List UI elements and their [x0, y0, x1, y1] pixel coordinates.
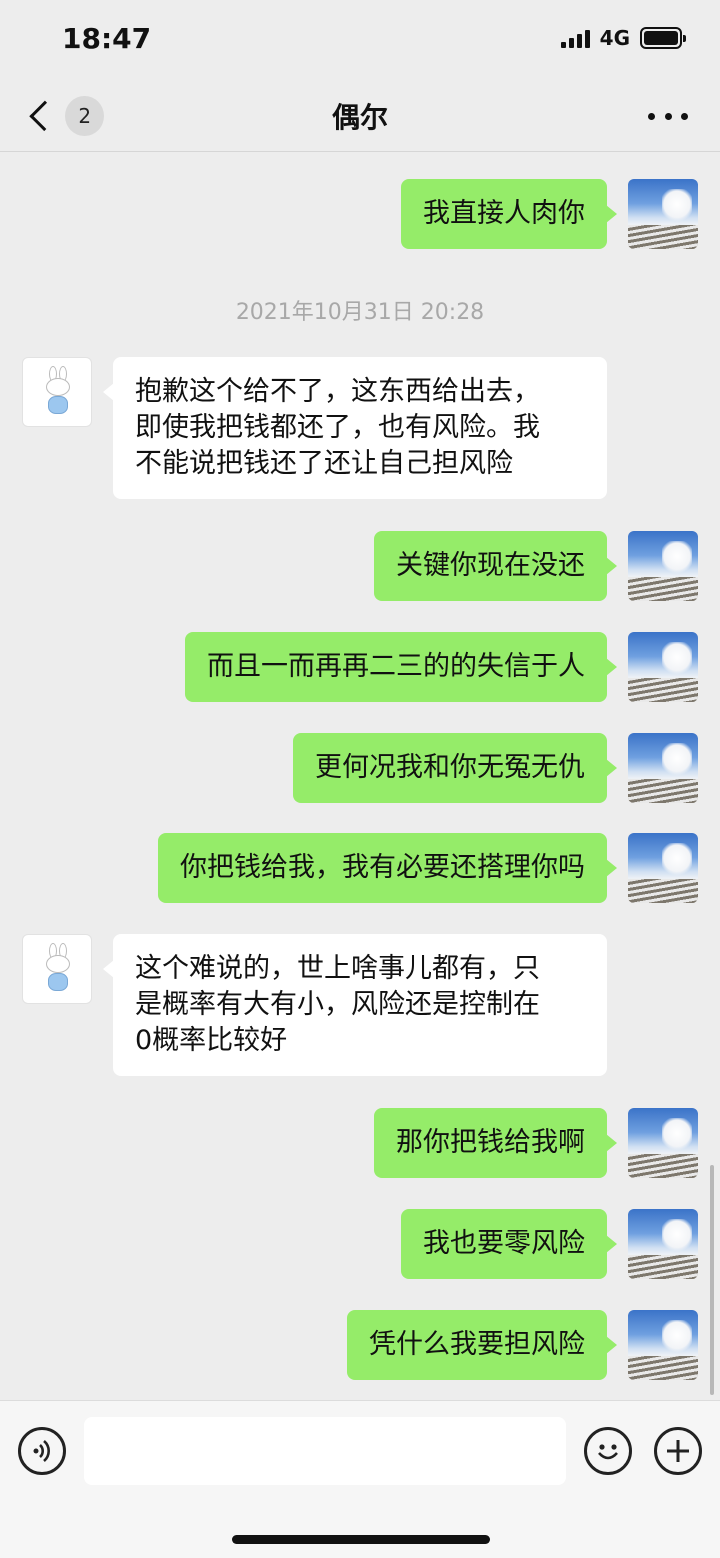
message-row: 我也要零风险: [401, 1209, 698, 1279]
my-avatar[interactable]: [628, 833, 698, 903]
battery-icon: [640, 27, 686, 49]
message-text-line: 不能说把钱还了还让自己担风险: [135, 448, 513, 479]
message-bubble-outgoing[interactable]: 而且一而再再二三的的失信于人: [185, 632, 617, 702]
message-row: 你把钱给我，我有必要还搭理你吗: [158, 833, 698, 903]
message-timestamp: 2021年10月31日 20:28: [235, 300, 485, 325]
chat-title: 偶尔: [331, 101, 388, 134]
emoji-icon[interactable]: [584, 1427, 632, 1475]
message-text-line: 即使我把钱都还了，也有风险。我: [135, 412, 540, 443]
message-input[interactable]: [84, 1417, 566, 1485]
message-bubble-outgoing[interactable]: 那你把钱给我啊: [374, 1108, 617, 1178]
my-avatar[interactable]: [628, 1209, 698, 1279]
message-text: 你把钱给我，我有必要还搭理你吗: [180, 852, 585, 883]
message-bubble-outgoing[interactable]: 我直接人肉你: [401, 179, 617, 249]
voice-icon[interactable]: [18, 1427, 66, 1475]
my-avatar[interactable]: [628, 1310, 698, 1380]
message-row: 这个难说的，世上啥事儿都有，只 是概率有大有小，风险还是控制在 0概率比较好: [22, 934, 607, 1076]
message-bubble-incoming[interactable]: 这个难说的，世上啥事儿都有，只 是概率有大有小，风险还是控制在 0概率比较好: [103, 934, 607, 1076]
message-row: 那你把钱给我啊: [374, 1108, 698, 1178]
network-label: 4G: [599, 26, 630, 50]
message-text: 我也要零风险: [423, 1228, 585, 1259]
message-text-line: 是概率有大有小，风险还是控制在: [135, 989, 540, 1020]
my-avatar[interactable]: [628, 179, 698, 249]
signal-icon: [560, 28, 590, 48]
plus-icon[interactable]: [654, 1427, 702, 1475]
message-text-line: 抱歉这个给不了，这东西给出去，: [135, 376, 540, 407]
chat-header: 2 偶尔: [0, 80, 720, 152]
message-row: 更何况我和你无冤无仇: [293, 733, 698, 803]
home-indicator: [232, 1535, 490, 1544]
scrollbar[interactable]: [710, 1165, 714, 1395]
contact-avatar[interactable]: [22, 934, 92, 1004]
status-indicators: 4G: [560, 26, 686, 50]
message-bubble-incoming[interactable]: 抱歉这个给不了，这东西给出去， 即使我把钱都还了，也有风险。我 不能说把钱还了还…: [103, 357, 607, 499]
more-dots-icon: [648, 112, 655, 120]
message-row: 凭什么我要担风险: [347, 1310, 698, 1380]
status-time: 18:47: [62, 22, 152, 55]
message-text-line: 0概率比较好: [135, 1025, 288, 1056]
message-text: 凭什么我要担风险: [369, 1329, 585, 1360]
input-bar: [0, 1400, 720, 1558]
message-text: 关键你现在没还: [396, 550, 585, 581]
message-bubble-outgoing[interactable]: 更何况我和你无冤无仇: [293, 733, 617, 803]
more-button[interactable]: [648, 102, 688, 130]
status-bar: 18:47 4G: [0, 0, 720, 80]
message-bubble-outgoing[interactable]: 关键你现在没还: [374, 531, 617, 601]
message-bubble-outgoing[interactable]: 凭什么我要担风险: [347, 1310, 617, 1380]
my-avatar[interactable]: [628, 733, 698, 803]
message-row: 而且一而再再二三的的失信于人: [185, 632, 698, 702]
message-text: 而且一而再再二三的的失信于人: [207, 651, 585, 682]
message-text: 更何况我和你无冤无仇: [315, 752, 585, 783]
message-text-line: 这个难说的，世上啥事儿都有，只: [135, 953, 540, 984]
contact-avatar[interactable]: [22, 357, 92, 427]
message-row: 抱歉这个给不了，这东西给出去， 即使我把钱都还了，也有风险。我 不能说把钱还了还…: [22, 357, 607, 499]
my-avatar[interactable]: [628, 632, 698, 702]
my-avatar[interactable]: [628, 1108, 698, 1178]
message-bubble-outgoing[interactable]: 我也要零风险: [401, 1209, 617, 1279]
my-avatar[interactable]: [628, 531, 698, 601]
message-text: 那你把钱给我啊: [396, 1127, 585, 1158]
message-bubble-outgoing[interactable]: 你把钱给我，我有必要还搭理你吗: [158, 833, 617, 903]
message-text: 我直接人肉你: [423, 198, 585, 229]
message-row: 关键你现在没还: [374, 531, 698, 601]
message-row: 我直接人肉你: [401, 179, 698, 249]
